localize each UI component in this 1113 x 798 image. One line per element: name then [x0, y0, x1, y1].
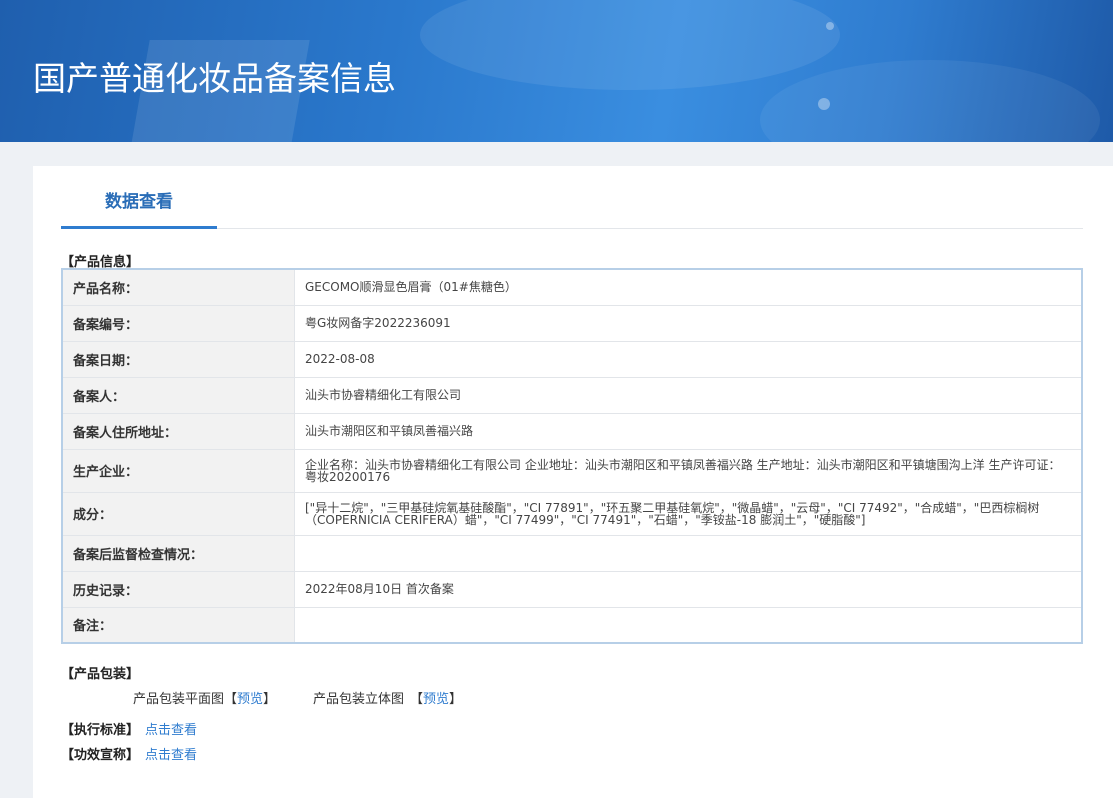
manufacturer-value: 企业名称：汕头市协睿精细化工有限公司 企业地址：汕头市潮阳区和平镇凤善福兴路 生… [294, 448, 1083, 493]
standard-view-link[interactable]: 点击查看 [145, 723, 197, 738]
efficacy-view-link[interactable]: 点击查看 [145, 748, 197, 763]
header-banner: 国产普通化妆品备案信息 [0, 0, 1113, 142]
table-row: 备案后监督检查情况： [61, 534, 1083, 572]
table-row: 历史记录： 2022年08月10日 首次备案 [61, 570, 1083, 608]
registration-date-value: 2022-08-08 [294, 340, 1083, 378]
packaging-solid-label: 产品包装立体图 [313, 692, 405, 707]
content-panel: 数据查看 【产品信息】 产品名称： GECOMO顺滑显色眉膏（01#焦糖色） 备… [33, 166, 1113, 798]
table-row: 备案日期： 2022-08-08 [61, 340, 1083, 378]
table-row: 备案人： 汕头市协睿精细化工有限公司 [61, 376, 1083, 414]
table-row: 备案编号： 粤G妆网备字2022236091 [61, 304, 1083, 342]
product-info-table: 产品名称： GECOMO顺滑显色眉膏（01#焦糖色） 备案编号： 粤G妆网备字2… [61, 268, 1083, 644]
tab-bar: 数据查看 [61, 166, 1083, 229]
registrant-value: 汕头市协睿精细化工有限公司 [294, 376, 1083, 414]
standard-row: 【执行标准】 点击查看 [61, 719, 197, 738]
remarks-value [294, 606, 1083, 644]
row-label: 备案编号： [61, 304, 295, 342]
supervision-value [294, 534, 1083, 572]
product-name-value: GECOMO顺滑显色眉膏（01#焦糖色） [294, 268, 1083, 306]
packaging-solid-preview-link[interactable]: 预览 [423, 692, 449, 707]
table-row: 生产企业： 企业名称：汕头市协睿精细化工有限公司 企业地址：汕头市潮阳区和平镇凤… [61, 448, 1083, 493]
row-label: 历史记录： [61, 570, 295, 608]
packaging-flat-item: 产品包装平面图【预览】 [133, 688, 276, 707]
bracket-open: 【 [224, 692, 238, 707]
bracket-close: 】 [263, 692, 277, 707]
table-row: 备案人住所地址： 汕头市潮阳区和平镇凤善福兴路 [61, 412, 1083, 450]
row-label: 备案人住所地址： [61, 412, 295, 450]
banner-decoration [760, 60, 1100, 142]
standard-label: 【执行标准】 [61, 723, 140, 738]
efficacy-row: 【功效宣称】 点击查看 [61, 744, 197, 763]
bracket-open: 【 [410, 692, 424, 707]
row-label: 备注： [61, 606, 295, 644]
row-label: 备案后监督检查情况： [61, 534, 295, 572]
banner-dot [826, 22, 834, 30]
ingredients-value: ["异十二烷"，"三甲基硅烷氧基硅酸酯"，"CI 77891"，"环五聚二甲基硅… [294, 491, 1083, 536]
page-title: 国产普通化妆品备案信息 [33, 59, 396, 98]
banner-decoration [420, 0, 840, 90]
packaging-solid-item: 产品包装立体图 【预览】 [313, 688, 462, 707]
row-label: 产品名称： [61, 268, 295, 306]
table-row: 备注： [61, 606, 1083, 644]
packaging-flat-preview-link[interactable]: 预览 [237, 692, 263, 707]
packaging-heading: 【产品包装】 [61, 667, 140, 682]
efficacy-label: 【功效宣称】 [61, 748, 140, 763]
row-label: 备案日期： [61, 340, 295, 378]
registration-number-value: 粤G妆网备字2022236091 [294, 304, 1083, 342]
row-label: 生产企业： [61, 448, 295, 493]
table-row: 成分： ["异十二烷"，"三甲基硅烷氧基硅酸酯"，"CI 77891"，"环五聚… [61, 491, 1083, 536]
row-label: 成分： [61, 491, 295, 536]
banner-dot [818, 98, 830, 110]
history-value: 2022年08月10日 首次备案 [294, 570, 1083, 608]
row-label: 备案人： [61, 376, 295, 414]
table-row: 产品名称： GECOMO顺滑显色眉膏（01#焦糖色） [61, 268, 1083, 306]
bracket-close: 】 [449, 692, 463, 707]
registrant-address-value: 汕头市潮阳区和平镇凤善福兴路 [294, 412, 1083, 450]
tab-data-view[interactable]: 数据查看 [61, 166, 217, 229]
packaging-flat-label: 产品包装平面图 [133, 692, 225, 707]
